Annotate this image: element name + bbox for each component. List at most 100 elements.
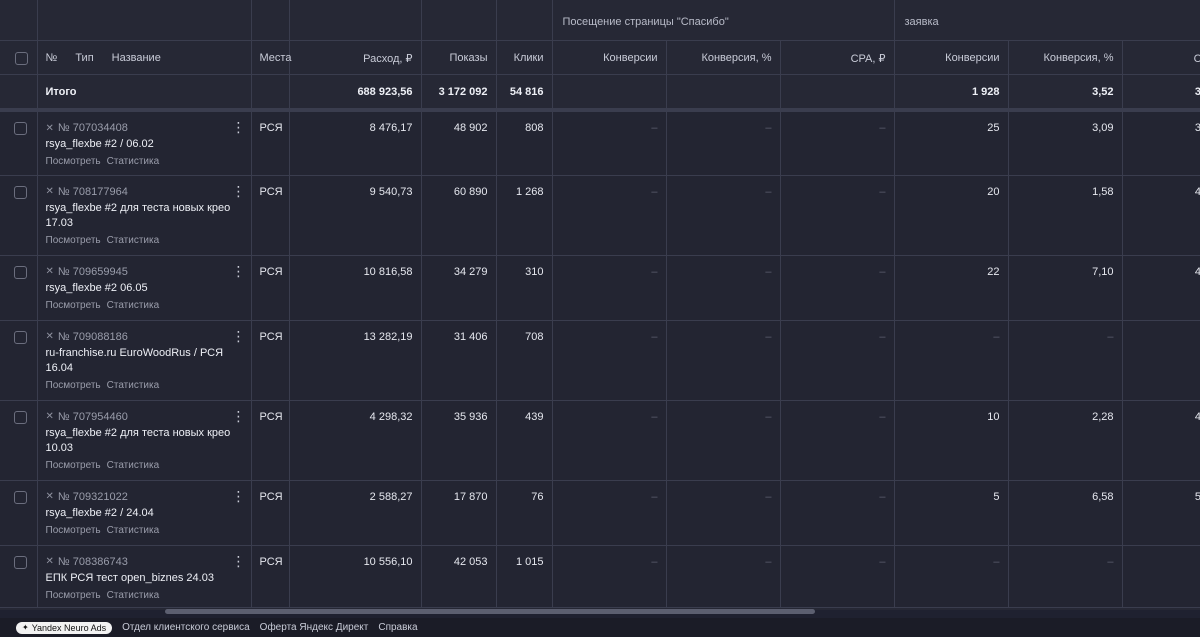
view-link[interactable]: Посмотреть — [46, 460, 101, 471]
kebab-menu-icon[interactable]: ⋮ — [232, 488, 246, 505]
stats-link[interactable]: Статистика — [107, 460, 160, 471]
campaigns-table-container: Посещение страницы "Спасибо" заявка № Ти… — [0, 0, 1200, 610]
spend-cell: 10 556,10 — [289, 545, 422, 608]
table-row[interactable]: ✕ № 707034408 ⋮ rsya_flexbe #2 / 06.02 Посмо… — [0, 110, 1200, 176]
row-checkbox[interactable] — [14, 555, 27, 569]
total-label: Итого — [37, 74, 252, 112]
clicks-cell: 439 — [496, 400, 553, 481]
col-req-conversions[interactable]: Конверсии — [894, 40, 1009, 75]
kebab-menu-icon[interactable]: ⋮ — [232, 263, 246, 280]
campaign-title[interactable]: ru-franchise.ru EuroWoodRus / РСЯ 16.04 — [46, 346, 243, 376]
col-clicks[interactable]: Клики — [496, 40, 553, 75]
thanks-rate-cell: – — [666, 400, 781, 481]
req-cpa-cell: 491,66 — [1122, 255, 1200, 321]
campaigns-table: Посещение страницы "Спасибо" заявка № Ти… — [0, 0, 1200, 608]
places-cell: РСЯ — [251, 175, 290, 256]
campaign-id: № 707954460 — [57, 410, 128, 423]
table-row[interactable]: ✕ № 707954460 ⋮ rsya_flexbe #2 для теста но… — [0, 400, 1200, 481]
total-spend: 688 923,56 — [289, 74, 422, 112]
col-thanks-cpa[interactable]: CPA, ₽ — [780, 40, 895, 75]
clicks-cell: 76 — [496, 480, 553, 546]
horizontal-scrollbar[interactable] — [165, 609, 815, 614]
stats-link[interactable]: Статистика — [107, 235, 160, 246]
view-link[interactable]: Посмотреть — [46, 590, 101, 601]
req-rate-cell: 6,58 — [1008, 480, 1123, 546]
footer-client-service-link[interactable]: Отдел клиентского сервиса — [122, 622, 250, 633]
footer-help-link[interactable]: Справка — [378, 622, 417, 633]
kebab-menu-icon[interactable]: ⋮ — [232, 328, 246, 345]
rsya-cross-icon: ✕ — [45, 411, 54, 422]
campaign-cell: ✕ № 709321022 ⋮ rsya_flexbe #2 / 24.04 Посмо… — [37, 480, 252, 546]
campaign-id: № 709088186 — [57, 330, 128, 343]
row-checkbox[interactable] — [14, 265, 27, 279]
col-type[interactable]: Тип — [75, 52, 93, 64]
req-conversions-cell: – — [894, 320, 1009, 401]
campaign-title[interactable]: rsya_flexbe #2 для теста новых крео 17.0… — [46, 201, 243, 231]
col-thanks-conversions[interactable]: Конверсии — [552, 40, 667, 75]
req-conversions-cell: 25 — [894, 110, 1009, 176]
campaign-cell: ✕ № 709088186 ⋮ ru-franchise.ru EuroWoodRus… — [37, 320, 252, 401]
impressions-cell: 42 053 — [421, 545, 497, 608]
stats-link[interactable]: Статистика — [107, 156, 160, 167]
req-conversions-cell: – — [894, 545, 1009, 608]
req-rate-cell: 7,10 — [1008, 255, 1123, 321]
kebab-menu-icon[interactable]: ⋮ — [232, 183, 246, 200]
view-link[interactable]: Посмотреть — [46, 380, 101, 391]
stats-link[interactable]: Статистика — [107, 380, 160, 391]
group-thanks-page: Посещение страницы "Спасибо" — [552, 0, 895, 41]
table-row[interactable]: ✕ № 709659945 ⋮ rsya_flexbe #2 06.05 Посмотр… — [0, 255, 1200, 321]
req-conversions-cell: 22 — [894, 255, 1009, 321]
row-checkbox[interactable] — [14, 410, 27, 424]
campaign-title[interactable]: rsya_flexbe #2 06.05 — [46, 281, 243, 296]
view-link[interactable]: Посмотреть — [46, 525, 101, 536]
spend-cell: 10 816,58 — [289, 255, 422, 321]
view-link[interactable]: Посмотреть — [46, 156, 101, 167]
table-row[interactable]: ✕ № 708177964 ⋮ rsya_flexbe #2 для теста но… — [0, 175, 1200, 256]
view-link[interactable]: Посмотреть — [46, 235, 101, 246]
req-rate-cell: – — [1008, 320, 1123, 401]
group-request: заявка — [894, 0, 1200, 41]
select-all-checkbox[interactable] — [14, 51, 28, 65]
row-checkbox[interactable] — [14, 490, 27, 504]
impressions-cell: 31 406 — [421, 320, 497, 401]
req-cpa-cell: 339,05 — [1122, 110, 1200, 176]
col-name[interactable]: Название — [112, 52, 161, 64]
campaign-cell: ✕ № 708177964 ⋮ rsya_flexbe #2 для теста но… — [37, 175, 252, 256]
col-req-rate[interactable]: Конверсия, % — [1008, 40, 1123, 75]
table-row[interactable]: ✕ № 709321022 ⋮ rsya_flexbe #2 / 24.04 Посмо… — [0, 480, 1200, 546]
spend-cell: 4 298,32 — [289, 400, 422, 481]
kebab-menu-icon[interactable]: ⋮ — [232, 553, 246, 570]
campaign-title[interactable]: rsya_flexbe #2 для теста новых крео 10.0… — [46, 426, 243, 456]
stats-link[interactable]: Статистика — [107, 525, 160, 536]
row-checkbox[interactable] — [14, 330, 27, 344]
places-cell: РСЯ — [251, 400, 290, 481]
neuro-ads-badge[interactable]: ✦ Yandex Neuro Ads — [16, 621, 113, 634]
col-places[interactable]: Места — [251, 40, 291, 75]
stats-link[interactable]: Статистика — [107, 300, 160, 311]
col-impressions[interactable]: Показы — [421, 40, 497, 75]
stats-link[interactable]: Статистика — [107, 590, 160, 601]
col-no[interactable]: № — [46, 52, 58, 64]
group-header-row: Посещение страницы "Спасибо" заявка — [0, 0, 1200, 41]
thanks-cpa-cell: – — [780, 175, 895, 256]
rsya-cross-icon: ✕ — [45, 491, 54, 502]
col-spend[interactable]: Расход, ₽ — [289, 40, 422, 75]
campaign-title[interactable]: ЕПК РСЯ тест open_biznes 24.03 — [46, 571, 243, 586]
table-row[interactable]: ✕ № 708386743 ⋮ ЕПК РСЯ тест open_biznes 24… — [0, 545, 1200, 608]
clicks-cell: 310 — [496, 255, 553, 321]
footer-offer-link[interactable]: Оферта Яндекс Директ — [260, 622, 369, 633]
campaign-title[interactable]: rsya_flexbe #2 / 24.04 — [46, 506, 243, 521]
view-link[interactable]: Посмотреть — [46, 300, 101, 311]
kebab-menu-icon[interactable]: ⋮ — [232, 408, 246, 425]
row-checkbox[interactable] — [14, 122, 27, 135]
col-thanks-rate[interactable]: Конверсия, % — [666, 40, 781, 75]
campaign-title[interactable]: rsya_flexbe #2 / 06.02 — [46, 137, 243, 152]
spend-cell: 8 476,17 — [289, 110, 422, 176]
table-row[interactable]: ✕ № 709088186 ⋮ ru-franchise.ru EuroWoodRus… — [0, 320, 1200, 401]
thanks-cpa-cell: – — [780, 110, 895, 176]
col-req-cpa[interactable]: CPA, ₽ — [1122, 40, 1200, 75]
rsya-cross-icon: ✕ — [45, 186, 54, 197]
row-checkbox[interactable] — [14, 185, 27, 199]
kebab-menu-icon[interactable]: ⋮ — [232, 119, 246, 136]
thanks-conversions-cell: – — [552, 110, 667, 176]
